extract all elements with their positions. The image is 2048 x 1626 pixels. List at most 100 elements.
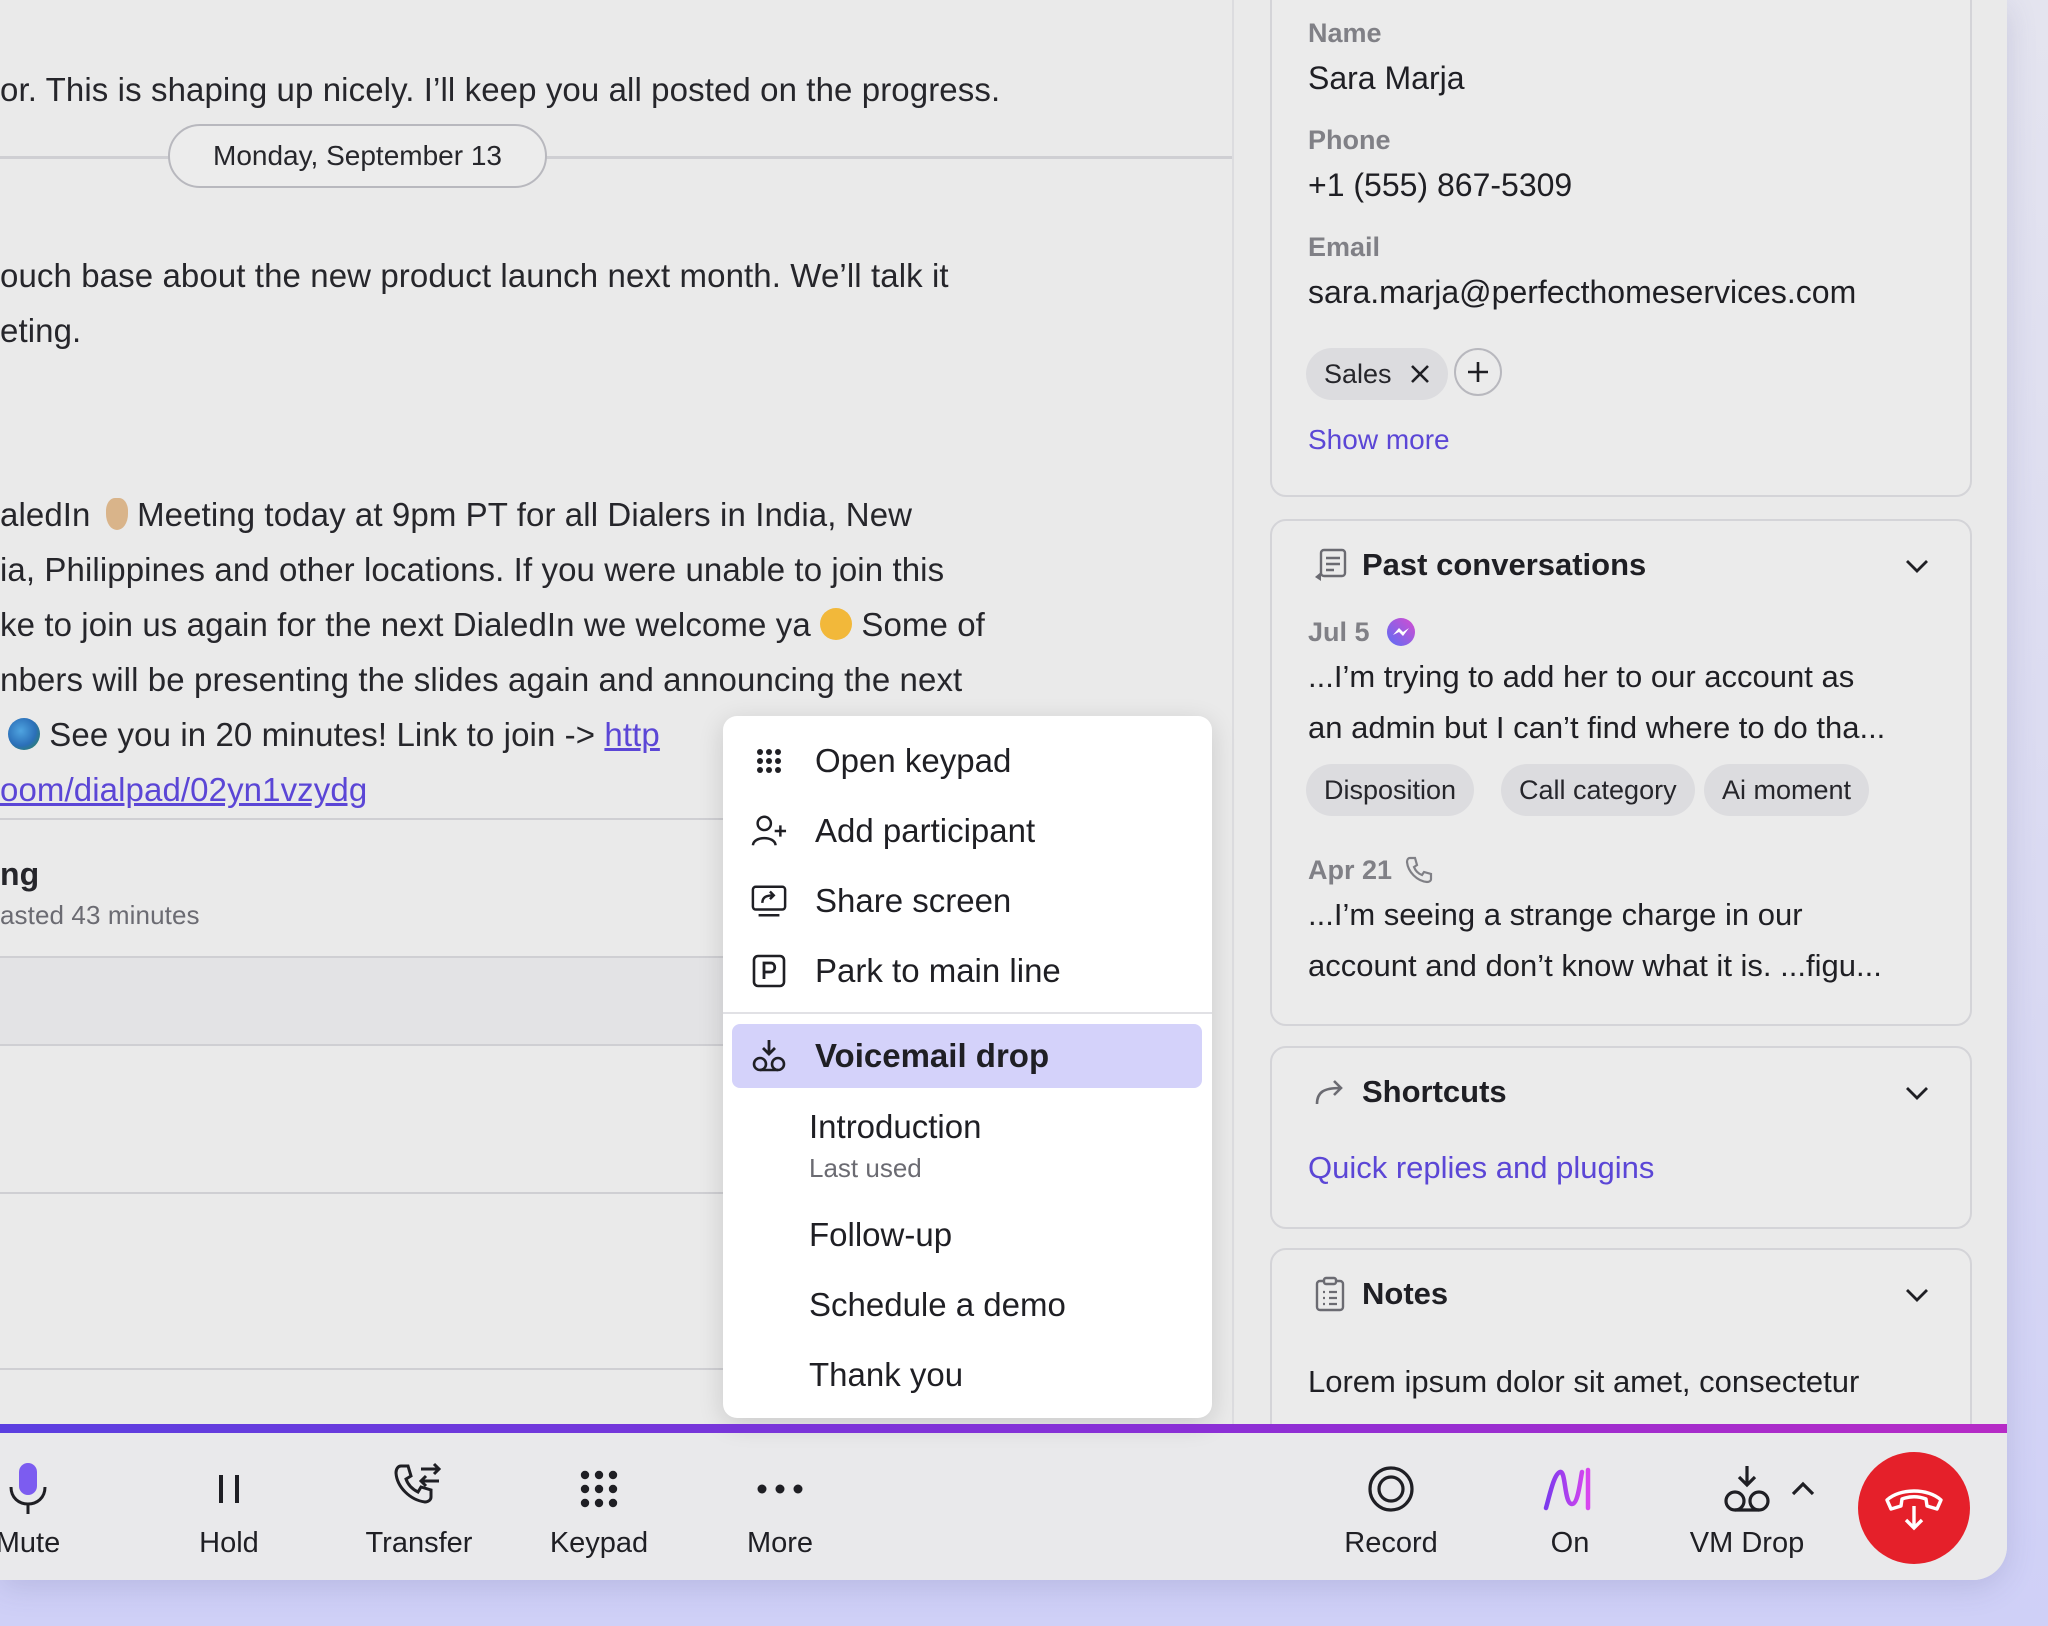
tag-label: Sales [1324,358,1392,389]
vm-drop-button[interactable]: VM Drop [1682,1433,1812,1580]
mute-label: Mute [0,1527,61,1559]
menu-item-park-to-main-line[interactable]: Park to main line [723,936,1212,1006]
show-more-link[interactable]: Show more [1308,424,1450,456]
shortcuts-title: Shortcuts [1362,1074,1507,1109]
message-divider [0,1044,740,1046]
hold-button[interactable]: Hold [179,1433,279,1580]
voicemail-follow-up[interactable]: Follow-up [809,1216,952,1254]
conversation-snippet-line[interactable]: ...I’m trying to add her to our account … [1308,659,1854,695]
meeting-link[interactable]: http [604,716,659,753]
menu-item-label: Share screen [815,882,1012,919]
chat-row [0,958,740,1044]
close-icon[interactable] [1410,364,1430,384]
voicemail-last-used-label: Last used [809,1153,922,1183]
keypad-icon [571,1461,627,1517]
chat-message-line: eting. [0,312,82,349]
record-button[interactable]: Record [1331,1433,1451,1580]
app-window: or. This is shaping up nicely. I’ll keep… [0,0,2007,1580]
keypad-icon [751,743,787,779]
voicemail-schedule-a-demo[interactable]: Schedule a demo [809,1286,1066,1324]
tag-chip-sales: Sales [1306,348,1448,400]
chevron-down-icon[interactable] [1904,1080,1930,1106]
chat-message-line: oom/dialpad/02yn1vzydg [0,762,367,817]
chat-text: Some of [852,606,985,643]
voicemail-thank-you[interactable]: Thank you [809,1356,963,1394]
voicemail-introduction[interactable]: Introduction [809,1108,981,1146]
chat-text: See you in 20 minutes! Link to join -> [40,716,605,753]
message-divider [0,1192,740,1194]
past-conversations-card: Past conversations Jul 5 ...I’m trying t… [1270,519,1972,1026]
add-person-icon [751,813,787,849]
chat-message-line: aledIn Meeting today at 9pm PT for all D… [0,487,912,542]
chevron-down-icon[interactable] [1904,553,1930,579]
conversation-snippet-line[interactable]: account and don’t know what it is. ...fi… [1308,948,1882,984]
chat-message-line: See you in 20 minutes! Link to join -> h… [0,707,660,762]
notes-text[interactable]: Lorem ipsum dolor sit amet, consectetur [1308,1364,1859,1400]
mute-button[interactable]: Mute [0,1433,68,1580]
ai-moment-tag: Ai moment [1704,764,1870,816]
conversation-history-icon [1315,548,1347,581]
ai-logo-icon [1542,1461,1598,1517]
chevron-down-icon[interactable] [1904,1282,1930,1308]
record-label: Record [1344,1527,1438,1559]
message-divider [0,1368,740,1370]
chat-text: Meeting today at 9pm PT for all Dialers … [127,496,913,533]
call-controls-bar: Mute Hold Transfer Keypad More Record On… [0,1433,2007,1580]
add-tag-button[interactable] [1454,348,1502,396]
chevron-up-icon[interactable] [1788,1476,1818,1500]
end-call-button[interactable] [1858,1452,1970,1564]
transfer-button[interactable]: Transfer [354,1433,484,1580]
menu-item-label: Voicemail drop [815,1037,1050,1074]
menu-separator [723,1012,1212,1014]
disposition-tag: Disposition [1306,764,1475,816]
notes-title: Notes [1362,1276,1449,1311]
globe-emoji-icon [8,718,40,750]
hugging-face-emoji-icon [820,608,853,640]
name-label: Name [1308,18,1382,48]
contact-card: Name Sara Marja Phone +1 (555) 867-5309 … [1270,0,1972,497]
contact-phone[interactable]: +1 (555) 867-5309 [1308,167,1572,204]
transfer-label: Transfer [365,1527,473,1559]
conversation-snippet-line[interactable]: an admin but I can’t find where to do th… [1308,710,1885,746]
microphone-icon [0,1461,56,1517]
conversation-snippet-line[interactable]: ...I’m seeing a strange charge in our [1308,897,1803,933]
more-dots-icon [752,1461,808,1517]
plus-icon [1466,360,1490,384]
ai-assist-toggle[interactable]: On [1520,1433,1620,1580]
chat-message-line: ke to join us again for the next DialedI… [0,597,985,652]
phone-icon [1405,856,1433,884]
active-call-indicator-bar [0,1424,2007,1433]
voicemail-drop-icon [1719,1461,1775,1517]
menu-item-voicemail-drop[interactable]: Voicemail drop [723,1021,1212,1091]
contact-email[interactable]: sara.marja@perfecthomeservices.com [1308,274,1856,311]
share-arrow-icon [1315,1080,1343,1105]
menu-item-label: Add participant [815,812,1036,849]
meeting-link-continued[interactable]: oom/dialpad/02yn1vzydg [0,771,367,808]
menu-item-label: Open keypad [815,742,1012,779]
hang-up-icon [1882,1482,1946,1534]
conversation-date: Apr 21 [1308,855,1393,885]
quick-replies-link[interactable]: Quick replies and plugins [1308,1150,1654,1186]
vm-drop-label: VM Drop [1689,1527,1805,1559]
conversation-date: Jul 5 [1308,617,1370,647]
menu-item-add-participant[interactable]: Add participant [723,796,1212,866]
keypad-button[interactable]: Keypad [539,1433,659,1580]
record-icon [1363,1461,1419,1517]
more-label: More [746,1527,814,1559]
more-options-menu: Open keypad Add participant Share screen… [723,716,1212,1418]
peace-hand-emoji-icon [105,498,128,530]
messenger-icon [1387,618,1415,646]
more-button[interactable]: More [725,1433,835,1580]
chat-text: aledIn [0,496,91,533]
contact-sidebar: Name Sara Marja Phone +1 (555) 867-5309 … [1232,0,2007,1488]
keypad-label: Keypad [549,1527,649,1559]
chat-text: ke to join us again for the next DialedI… [0,606,811,643]
shortcuts-card: Shortcuts Quick replies and plugins [1270,1046,1972,1229]
pause-icon [201,1461,257,1517]
date-divider-label: Monday, September 13 [168,124,547,188]
voicemail-drop-icon [751,1038,787,1074]
share-screen-icon [751,883,787,919]
menu-item-open-keypad[interactable]: Open keypad [723,726,1212,796]
transfer-call-icon [391,1461,447,1517]
menu-item-share-screen[interactable]: Share screen [723,866,1212,936]
